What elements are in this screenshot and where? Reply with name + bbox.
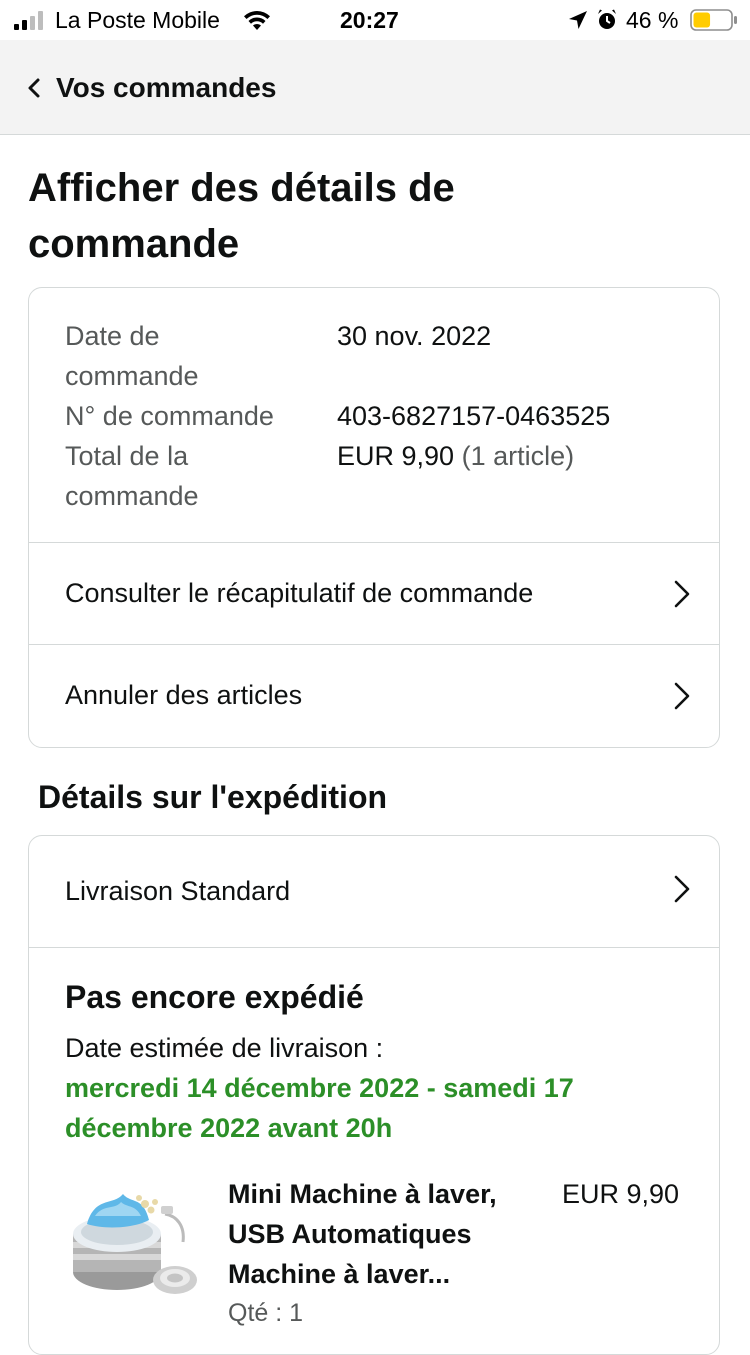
page-title-line2: commande xyxy=(28,222,240,266)
estimated-delivery-date-line1: mercredi 14 décembre 2022 - samedi 17 xyxy=(65,1073,574,1103)
order-date-label: Date de commande xyxy=(65,316,315,396)
chevron-right-icon xyxy=(674,580,690,608)
clock-time: 20:27 xyxy=(340,7,399,33)
signal-icon xyxy=(14,11,43,30)
product-title-line1: Mini Machine à laver, xyxy=(228,1179,497,1209)
view-order-summary-label: Consulter le récapitulatif de commande xyxy=(65,578,534,608)
estimated-delivery-date-line2: décembre 2022 avant 20h xyxy=(65,1113,393,1143)
back-button[interactable]: Vos commandes xyxy=(26,68,276,108)
chevron-left-icon xyxy=(28,78,40,98)
product-thumbnail[interactable] xyxy=(65,1176,201,1306)
page-title: Afficher des détails de commande xyxy=(28,160,708,272)
back-button-label: Vos commandes xyxy=(56,72,277,103)
shipment-status: Pas encore expédié xyxy=(65,979,364,1015)
order-date-value: 30 nov. 2022 xyxy=(337,321,492,351)
view-order-summary-link[interactable]: Consulter le récapitulatif de commande xyxy=(29,542,719,644)
battery-icon xyxy=(690,9,737,31)
shipping-card: Livraison Standard Pas encore expédié Da… xyxy=(28,835,720,1355)
order-summary-card: Date de commande 30 nov. 2022 N° de comm… xyxy=(28,287,720,748)
order-date-label-line1: Date de xyxy=(65,321,160,351)
product-quantity: Qté : 1 xyxy=(228,1299,304,1327)
chevron-right-icon xyxy=(674,875,690,903)
estimated-delivery-label: Date estimée de livraison : xyxy=(65,1033,384,1063)
shipping-section-title: Détails sur l'expédition xyxy=(38,779,388,815)
product-title-line2: USB Automatiques xyxy=(228,1219,472,1249)
order-number-value: 403-6827157-0463525 xyxy=(337,401,611,431)
product-title-link[interactable]: Mini Machine à laver, USB Automatiques M… xyxy=(228,1174,548,1294)
battery-percentage: 46 % xyxy=(626,7,679,33)
estimated-delivery-date: mercredi 14 décembre 2022 - samedi 17 dé… xyxy=(65,1068,685,1148)
product-price: EUR 9,90 xyxy=(562,1179,680,1209)
status-bar: La Poste Mobile 20:27 46 % xyxy=(0,0,750,40)
order-total-items: (1 article) xyxy=(461,441,575,471)
product-title-line3: Machine à laver... xyxy=(228,1259,451,1289)
cancel-items-link[interactable]: Annuler des articles xyxy=(29,644,719,746)
nav-bar: Vos commandes xyxy=(0,40,750,135)
page-title-line1: Afficher des détails de xyxy=(28,166,455,210)
order-number-label: N° de commande xyxy=(65,401,274,431)
delivery-method-label: Livraison Standard xyxy=(65,876,291,906)
order-date-label-line2: commande xyxy=(65,361,199,391)
order-total-label-line2: commande xyxy=(65,481,199,511)
wifi-icon xyxy=(244,10,270,30)
location-arrow-icon xyxy=(569,11,587,29)
order-total-label-line1: Total de la xyxy=(65,441,189,471)
alarm-icon xyxy=(598,9,616,29)
order-total-amount: EUR 9,90 xyxy=(337,441,455,471)
carrier-name: La Poste Mobile xyxy=(55,7,220,33)
delivery-method-link[interactable]: Livraison Standard xyxy=(29,836,719,948)
chevron-right-icon xyxy=(674,682,690,710)
cancel-items-label: Annuler des articles xyxy=(65,680,303,710)
order-total-value: EUR 9,90 (1 article) xyxy=(337,436,697,476)
order-total-label: Total de la commande xyxy=(65,436,315,516)
